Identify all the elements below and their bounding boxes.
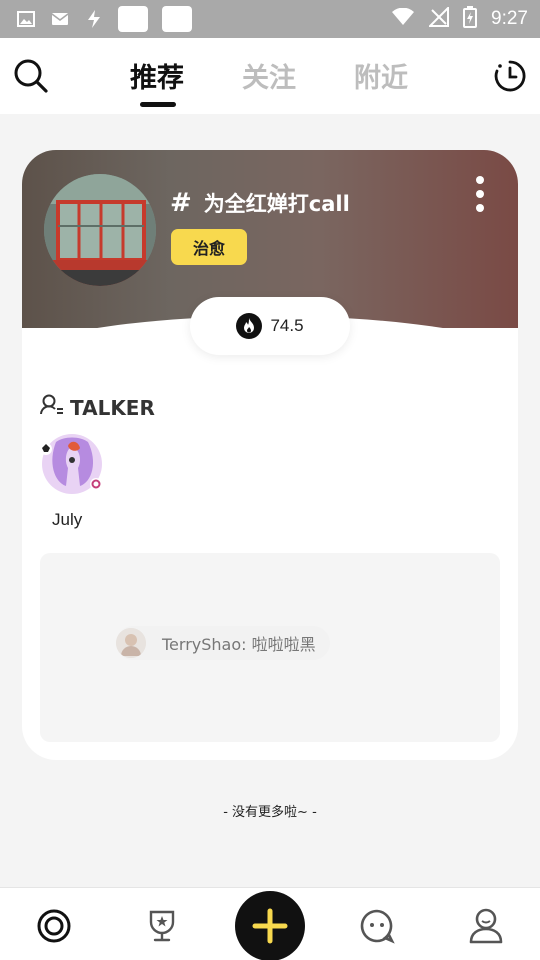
wifi-icon <box>391 7 415 30</box>
topic-title-text: 为全红婵打call <box>203 192 350 216</box>
heat-badge: 74.5 <box>190 297 350 355</box>
mail-icon <box>50 10 70 28</box>
profile-icon[interactable] <box>466 906 506 946</box>
tab-recommend[interactable]: 推荐 <box>130 56 184 107</box>
comment-area: TerryShao: 啦啦啦黑 <box>40 553 500 742</box>
talker-name[interactable]: July <box>52 510 82 530</box>
notification-square-icon <box>162 6 192 32</box>
chat-icon[interactable] <box>357 906 397 946</box>
flash-icon <box>84 10 104 28</box>
battery-icon <box>463 6 478 32</box>
talker-user-icon <box>40 394 64 421</box>
hashtag-icon: # <box>170 188 192 218</box>
trophy-icon[interactable] <box>142 906 182 946</box>
home-icon[interactable] <box>34 906 74 946</box>
topic-title[interactable]: # 为全红婵打call <box>170 188 350 218</box>
comment-bubble[interactable]: TerryShao: 啦啦啦黑 <box>116 626 330 660</box>
search-icon[interactable] <box>13 58 49 94</box>
clock-time: 9:27 <box>491 8 528 29</box>
topic-cover-image[interactable] <box>44 174 156 286</box>
image-icon <box>16 10 36 28</box>
topic-card[interactable]: # 为全红婵打call 治愈 74.5 TALKER July TerrySha… <box>22 150 518 760</box>
talker-avatar[interactable] <box>40 432 104 496</box>
heat-value: 74.5 <box>270 316 304 335</box>
no-signal-icon <box>427 5 450 31</box>
talker-label-text: TALKER <box>70 395 155 420</box>
bottom-navigation <box>0 887 540 960</box>
history-clock-icon[interactable] <box>492 58 528 94</box>
tab-nearby[interactable]: 附近 <box>354 56 408 95</box>
more-options-icon[interactable] <box>472 176 488 212</box>
add-icon[interactable] <box>235 891 305 960</box>
feed-tabs: 推荐 关注 附近 <box>130 56 408 107</box>
notification-square-icon <box>118 6 148 32</box>
top-navigation: 推荐 关注 附近 <box>0 38 540 114</box>
talker-section-label: TALKER <box>40 394 155 421</box>
tab-following[interactable]: 关注 <box>242 56 296 95</box>
fire-icon <box>236 313 263 339</box>
commenter-avatar <box>116 628 146 658</box>
topic-tag[interactable]: 治愈 <box>171 229 247 265</box>
status-bar: 9:27 <box>0 0 540 38</box>
no-more-text: - 没有更多啦~ - <box>223 805 317 820</box>
comment-text: TerryShao: 啦啦啦黑 <box>162 635 316 654</box>
